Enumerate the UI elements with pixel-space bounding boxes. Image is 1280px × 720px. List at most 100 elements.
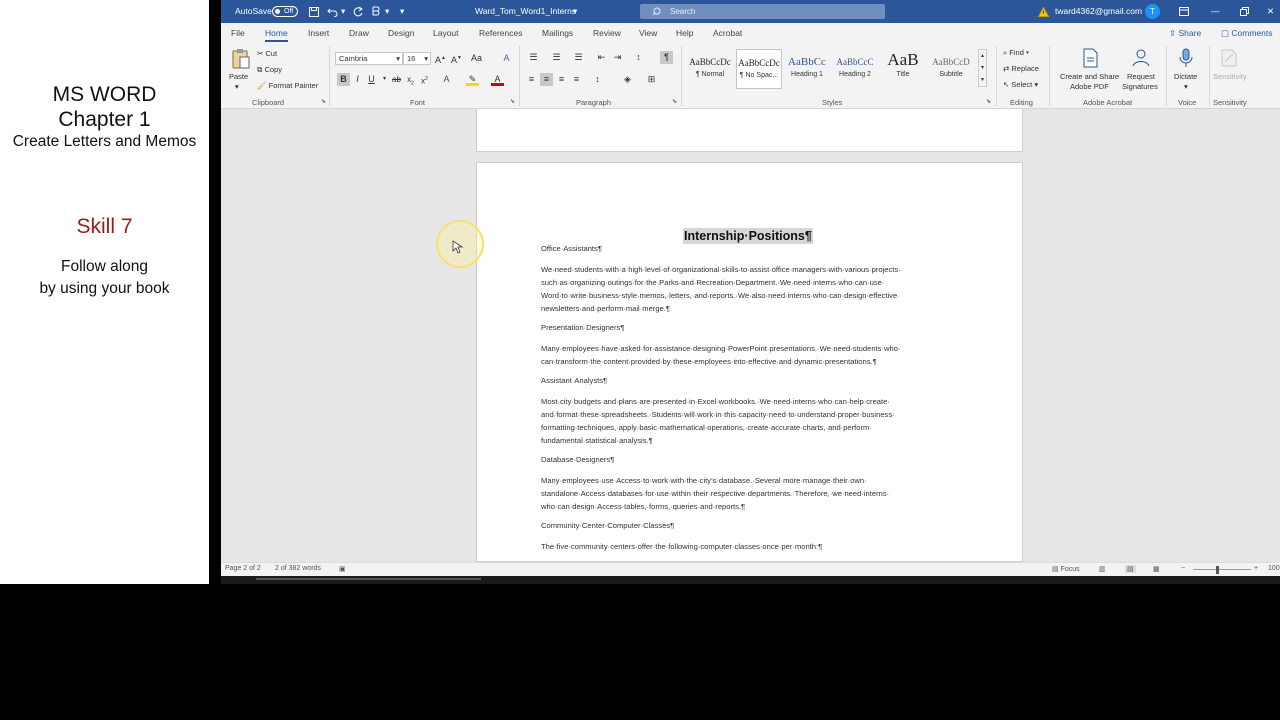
font-size-box[interactable]: 16 ▾: [403, 52, 431, 65]
cut-button[interactable]: ✂ Cut: [257, 49, 277, 58]
section-body[interactable]: The·five·community·centers·offer·the·fol…: [541, 540, 971, 553]
italic-button[interactable]: I: [351, 73, 364, 86]
zoom-out-icon[interactable]: −: [1181, 565, 1185, 572]
zoom-slider[interactable]: [1193, 569, 1251, 570]
title-dropdown-icon[interactable]: ▾: [573, 0, 577, 23]
request-label[interactable]: Request: [1127, 72, 1155, 81]
strikethrough-icon[interactable]: ab: [390, 73, 403, 86]
ribbon-display-icon[interactable]: [1179, 0, 1189, 23]
styles-launcher-icon[interactable]: ⬊: [986, 98, 991, 105]
format-painter-button[interactable]: 🖌 Format Painter: [257, 81, 318, 90]
bold-button[interactable]: B: [337, 73, 350, 86]
align-left-icon[interactable]: ≡: [525, 73, 538, 86]
underline-button[interactable]: U: [365, 73, 378, 86]
share-button[interactable]: ⇪ Share: [1169, 28, 1201, 39]
warning-icon[interactable]: [1037, 0, 1050, 23]
style-heading-1[interactable]: AaBbCc Heading 1: [784, 49, 830, 89]
font-color-icon[interactable]: A: [491, 73, 504, 86]
sensitivity-label[interactable]: Sensitivity: [1213, 72, 1247, 81]
tab-design[interactable]: Design: [388, 28, 414, 42]
minimize-icon[interactable]: —: [1211, 0, 1220, 23]
paste-label[interactable]: Paste: [229, 72, 248, 81]
replace-button[interactable]: ⇄ Replace: [1003, 64, 1039, 73]
document-title[interactable]: Ward_Tom_Word1_Interns: [475, 0, 576, 23]
borders-icon[interactable]: ⊞: [645, 73, 658, 86]
find-button[interactable]: ⌕ Find ▾: [1003, 48, 1029, 58]
zoom-in-icon[interactable]: +: [1254, 565, 1258, 572]
tab-help[interactable]: Help: [676, 28, 693, 42]
decrease-indent-icon[interactable]: ⇤: [595, 51, 608, 64]
subscript-icon[interactable]: x2: [404, 73, 417, 87]
autosave-toggle[interactable]: Off: [272, 6, 298, 17]
paragraph-launcher-icon[interactable]: ⬊: [672, 98, 677, 105]
highlight-color-icon[interactable]: ✎: [466, 73, 479, 86]
grow-font-icon[interactable]: A▲: [434, 52, 447, 65]
close-icon[interactable]: ✕: [1267, 0, 1274, 23]
request-signatures-icon[interactable]: [1131, 48, 1151, 68]
create-pdf-label[interactable]: Create and Share: [1060, 72, 1119, 81]
style-heading-2[interactable]: AaBbCcC Heading 2: [832, 49, 878, 89]
tab-acrobat[interactable]: Acrobat: [713, 28, 742, 42]
dictate-icon[interactable]: [1179, 48, 1199, 68]
tab-mailings[interactable]: Mailings: [542, 28, 573, 42]
styles-gallery-scroll-icon[interactable]: ▴ ▾ ▾: [978, 49, 987, 87]
align-center-icon[interactable]: ≡: [540, 73, 553, 86]
select-button[interactable]: ↖ Select ▾: [1003, 80, 1038, 89]
section-heading[interactable]: Presentation·Designers¶: [541, 322, 624, 334]
signatures-label[interactable]: Signatures: [1122, 82, 1158, 91]
spelling-icon[interactable]: [371, 0, 382, 23]
search-input[interactable]: Search: [640, 4, 885, 19]
proofing-icon[interactable]: ▣: [339, 565, 346, 573]
text-effects-icon[interactable]: A: [440, 73, 453, 86]
document-heading[interactable]: Internship·Positions¶: [683, 228, 813, 244]
avatar[interactable]: T: [1145, 4, 1160, 19]
increase-indent-icon[interactable]: ⇥: [611, 51, 624, 64]
clear-formatting-icon[interactable]: A: [500, 52, 513, 65]
section-heading[interactable]: Community·Center·Computer·Classes¶: [541, 520, 674, 532]
document-page[interactable]: Internship·Positions¶ Office·Assistants¶…: [476, 162, 1023, 562]
style-subtitle[interactable]: AaBbCcD Subtitle: [928, 49, 974, 89]
style-normal[interactable]: AaBbCcDc ¶ Normal: [687, 49, 733, 89]
dictate-label[interactable]: Dictate: [1174, 72, 1197, 81]
change-case-icon[interactable]: Aa: [470, 52, 483, 65]
justify-icon[interactable]: ≡: [570, 73, 583, 86]
tab-home[interactable]: Home: [265, 28, 288, 42]
tab-draw[interactable]: Draw: [349, 28, 369, 42]
copy-button[interactable]: ⧉ Copy: [257, 65, 282, 75]
align-right-icon[interactable]: ≡: [555, 73, 568, 86]
multilevel-list-icon[interactable]: ☰: [572, 51, 585, 64]
word-count[interactable]: 2 of 382 words: [275, 565, 321, 572]
print-layout-icon[interactable]: ▤: [1125, 565, 1136, 573]
section-body[interactable]: Many·employees·use·Access·to·work·with·t…: [541, 474, 971, 513]
web-layout-icon[interactable]: ▦: [1153, 565, 1160, 573]
tab-view[interactable]: View: [639, 28, 657, 42]
bullets-icon[interactable]: ☰: [527, 51, 540, 64]
shrink-font-icon[interactable]: A▼: [450, 52, 463, 65]
tab-insert[interactable]: Insert: [308, 28, 329, 42]
font-name-box[interactable]: Cambria ▾: [335, 52, 403, 65]
paste-icon[interactable]: [231, 48, 251, 69]
section-body[interactable]: Most·city·budgets·and·plans·are·presente…: [541, 395, 971, 447]
create-pdf-label-2[interactable]: Adobe PDF: [1070, 82, 1109, 91]
dictate-dropdown-icon[interactable]: ▾: [1184, 82, 1188, 91]
paste-dropdown-icon[interactable]: ▾: [235, 82, 239, 91]
section-heading[interactable]: Database·Designers¶: [541, 454, 614, 466]
zoom-level[interactable]: 100: [1268, 565, 1280, 572]
tab-references[interactable]: References: [479, 28, 522, 42]
save-icon[interactable]: [309, 0, 319, 23]
user-email[interactable]: tward4362@gmail.com: [1055, 0, 1142, 23]
style-title[interactable]: AaB Title: [880, 49, 926, 89]
tab-layout[interactable]: Layout: [433, 28, 459, 42]
style-no-spacing[interactable]: AaBbCcDc ¶ No Spac...: [736, 49, 782, 89]
numbering-icon[interactable]: ☰: [550, 51, 563, 64]
section-heading[interactable]: Office·Assistants¶: [541, 243, 602, 255]
show-formatting-icon[interactable]: ¶: [660, 51, 673, 64]
sort-icon[interactable]: ↕: [632, 51, 645, 64]
undo-icon[interactable]: [327, 0, 339, 23]
tab-file[interactable]: File: [231, 28, 245, 42]
read-mode-icon[interactable]: ▥: [1099, 565, 1106, 573]
customize-toolbar-icon[interactable]: ▾: [400, 0, 404, 23]
comments-button[interactable]: ▢ Comments: [1221, 28, 1273, 39]
spelling-dropdown-icon[interactable]: ▾: [385, 0, 389, 23]
clipboard-launcher-icon[interactable]: ⬊: [321, 98, 326, 105]
